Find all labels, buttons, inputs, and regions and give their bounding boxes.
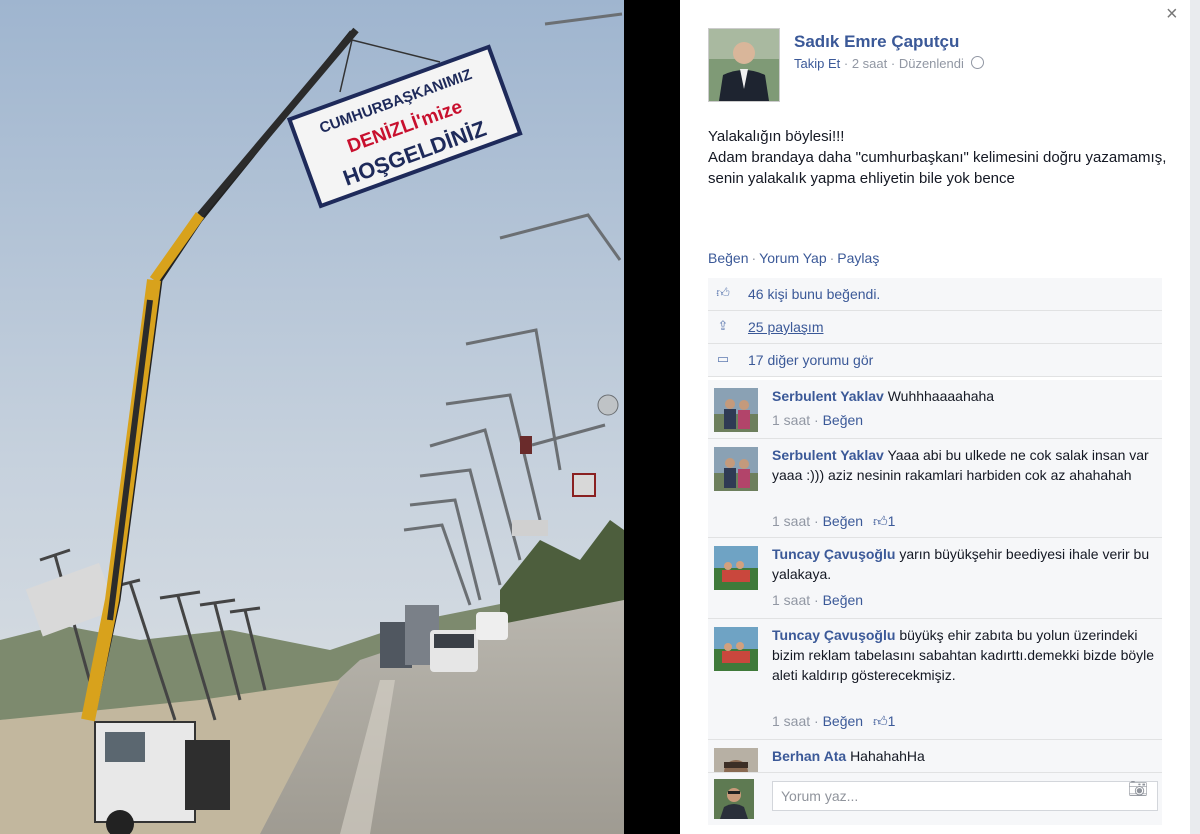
commenter-name[interactable]: Berhan Ata bbox=[772, 748, 846, 764]
post-photo[interactable]: CUMHURBAŞKANIMIZ DENİZLİ'mize HOŞGELDİNİ… bbox=[0, 0, 624, 834]
close-icon[interactable]: × bbox=[1166, 4, 1178, 24]
comment-item: Serbulent Yaklav Wuhhhaaaahaha 1 saat · … bbox=[708, 380, 1162, 439]
thumbs-up-icon: 👍︎ bbox=[872, 713, 888, 729]
more-comments-link[interactable]: 17 diğer yorumu gör bbox=[748, 352, 873, 368]
commenter-avatar[interactable] bbox=[714, 388, 758, 432]
comment-composer: Yorum yaz... 📷︎ bbox=[708, 772, 1162, 825]
commenter-name[interactable]: Tuncay Çavuşoğlu bbox=[772, 546, 895, 562]
comment-like-link[interactable]: Beğen bbox=[823, 412, 863, 428]
post-time[interactable]: 2 saat bbox=[852, 56, 887, 71]
author-avatar[interactable] bbox=[708, 28, 780, 102]
commenter-avatar[interactable] bbox=[714, 748, 758, 772]
comment-item: Berhan Ata HahahahHa bbox=[708, 740, 1162, 773]
comment-like-count: 1 bbox=[887, 713, 896, 729]
comment-item: Serbulent Yaklav Yaaa abi bu ulkede ne c… bbox=[708, 439, 1162, 538]
comment-item: Tuncay Çavuşoğlu yarın büyükşehir beediy… bbox=[708, 538, 1162, 619]
comment-item: Tuncay Çavuşoğlu büyükş ehir zabıta bu y… bbox=[708, 619, 1162, 740]
shares-count[interactable]: 25 paylaşım bbox=[748, 319, 823, 335]
camera-icon[interactable]: 📷︎ bbox=[1128, 779, 1148, 799]
post-meta: Takip Et · 2 saat · Düzenlendi bbox=[794, 56, 984, 71]
comment-time[interactable]: 1 saat bbox=[772, 713, 810, 729]
comment-time[interactable]: 1 saat bbox=[772, 412, 810, 428]
more-comments-row[interactable]: ▭ 17 diğer yorumu gör bbox=[708, 344, 1162, 377]
comment-like-link[interactable]: Beğen bbox=[823, 513, 863, 529]
thumbs-up-icon: 👍︎ bbox=[872, 513, 888, 529]
likes-count[interactable]: 46 kişi bunu beğendi. bbox=[748, 286, 880, 302]
comment-time[interactable]: 1 saat bbox=[772, 513, 810, 529]
follow-link[interactable]: Takip Et bbox=[794, 56, 840, 71]
edited-label[interactable]: Düzenlendi bbox=[899, 56, 964, 71]
comment-time[interactable]: 1 saat bbox=[772, 592, 810, 608]
share-icon: ⇪ bbox=[717, 318, 729, 333]
author-name[interactable]: Sadık Emre Çaputçu bbox=[794, 32, 959, 52]
commenter-name[interactable]: Serbulent Yaklav bbox=[772, 447, 884, 463]
thumbs-up-icon: 👍︎ bbox=[716, 285, 730, 300]
shares-row[interactable]: ⇪ 25 paylaşım bbox=[708, 311, 1162, 344]
post-panel: × Sadık Emre Çaputçu Takip Et · 2 saat ·… bbox=[680, 0, 1200, 834]
post-actions: Beğen · Yorum Yap · Paylaş bbox=[708, 250, 880, 266]
like-button[interactable]: Beğen bbox=[708, 250, 748, 266]
commenter-avatar[interactable] bbox=[714, 627, 758, 671]
globe-icon bbox=[970, 56, 984, 69]
post-text: Yalakalığın böylesi!!! Adam brandaya dah… bbox=[708, 128, 1167, 187]
comment-text: Wuhhhaaaahaha bbox=[887, 388, 995, 404]
commenter-avatar[interactable] bbox=[714, 447, 758, 491]
comment-icon: ▭ bbox=[716, 351, 730, 366]
crane-banner-photo: CUMHURBAŞKANIMIZ DENİZLİ'mize HOŞGELDİNİ… bbox=[0, 0, 624, 834]
share-button[interactable]: Paylaş bbox=[837, 250, 879, 266]
comment-like-count: 1 bbox=[887, 513, 896, 529]
likes-row[interactable]: 👍︎ 46 kişi bunu beğendi. bbox=[708, 278, 1162, 311]
current-user-avatar bbox=[714, 779, 754, 819]
comment-text: HahahahHa bbox=[850, 748, 925, 764]
comment-like-link[interactable]: Beğen bbox=[823, 592, 863, 608]
commenter-name[interactable]: Serbulent Yaklav bbox=[772, 388, 884, 404]
comment-button[interactable]: Yorum Yap bbox=[759, 250, 826, 266]
commenter-name[interactable]: Tuncay Çavuşoğlu bbox=[772, 627, 895, 643]
comment-like-link[interactable]: Beğen bbox=[823, 713, 863, 729]
comment-input[interactable]: Yorum yaz... bbox=[772, 781, 1158, 811]
commenter-avatar[interactable] bbox=[714, 546, 758, 590]
